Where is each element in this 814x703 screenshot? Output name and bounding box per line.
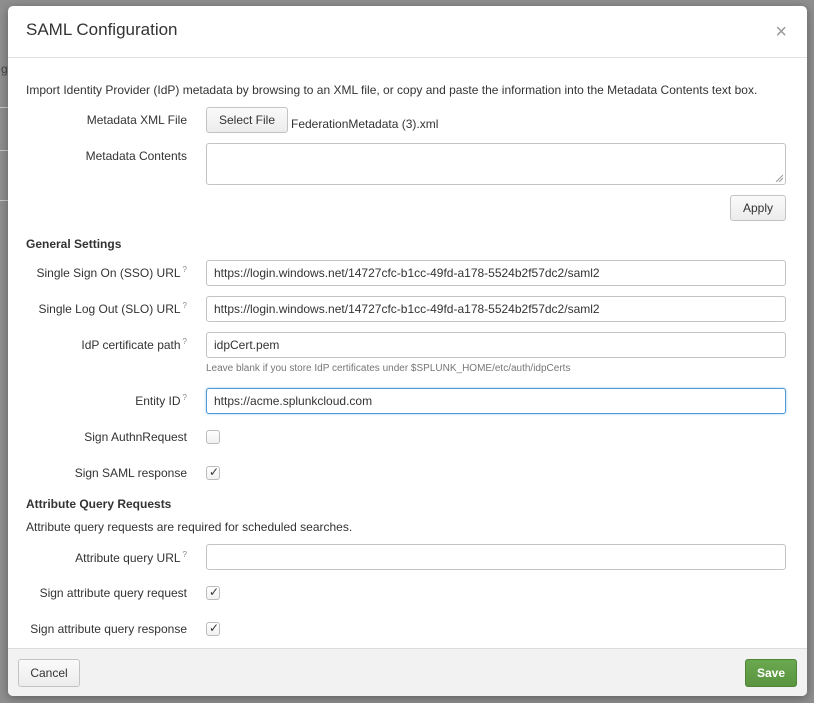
sign-saml-response-checkbox[interactable]: ✓	[206, 465, 220, 480]
metadata-xml-file-label: Metadata XML File	[86, 113, 187, 127]
sso-url-label: Single Sign On (SSO) URL?	[17, 265, 187, 280]
help-icon[interactable]: ?	[183, 337, 187, 346]
metadata-contents-label: Metadata Contents	[85, 149, 187, 163]
select-file-button[interactable]: Select File	[206, 107, 288, 133]
entity-id-input[interactable]	[206, 388, 786, 414]
sign-attribute-query-response-checkbox[interactable]: ✓	[206, 621, 220, 636]
sign-attribute-query-request-checkbox[interactable]: ✓	[206, 585, 220, 600]
attribute-query-url-label-text: Attribute query URL	[75, 551, 181, 565]
checkmark-icon: ✓	[209, 621, 220, 635]
idp-cert-path-input[interactable]	[206, 332, 786, 358]
sign-authn-request-label: Sign AuthnRequest	[84, 430, 187, 444]
entity-id-label: Entity ID?	[17, 393, 187, 408]
help-icon[interactable]: ?	[183, 301, 187, 310]
help-icon[interactable]: ?	[183, 393, 187, 402]
idp-cert-path-label: IdP certificate path?	[17, 337, 187, 352]
sign-attribute-query-response-label: Sign attribute query response	[30, 622, 187, 636]
general-settings-heading: General Settings	[26, 237, 122, 251]
attribute-query-url-input[interactable]	[206, 544, 786, 570]
background-divider	[0, 107, 8, 108]
modal-body: Import Identity Provider (IdP) metadata …	[8, 58, 807, 648]
sign-saml-response-label: Sign SAML response	[74, 466, 187, 480]
slo-url-label: Single Log Out (SLO) URL?	[17, 301, 187, 316]
help-icon[interactable]: ?	[183, 265, 187, 274]
selected-file-name: FederationMetadata (3).xml	[291, 117, 439, 131]
checkmark-icon: ✓	[209, 585, 220, 599]
sign-attribute-query-request-label: Sign attribute query request	[39, 586, 187, 600]
background-page-text: g	[1, 62, 8, 76]
modal-title: SAML Configuration	[26, 20, 178, 39]
modal-footer: Cancel Save	[8, 648, 807, 696]
background-divider	[0, 200, 8, 201]
attribute-query-description: Attribute query requests are required fo…	[26, 520, 353, 534]
apply-button[interactable]: Apply	[730, 195, 786, 221]
modal-header: SAML Configuration ×	[8, 6, 807, 58]
close-icon[interactable]: ×	[775, 22, 787, 42]
sso-url-input[interactable]	[206, 260, 786, 286]
sign-authn-request-checkbox[interactable]	[206, 430, 220, 444]
checkmark-icon: ✓	[209, 465, 220, 479]
background-divider	[0, 150, 8, 151]
sso-url-label-text: Single Sign On (SSO) URL	[36, 266, 181, 280]
saml-configuration-modal: SAML Configuration × Import Identity Pro…	[8, 6, 807, 696]
metadata-contents-textarea[interactable]	[206, 143, 786, 185]
intro-text: Import Identity Provider (IdP) metadata …	[26, 83, 758, 97]
resize-grip-icon[interactable]	[775, 174, 783, 182]
save-button[interactable]: Save	[745, 659, 797, 687]
slo-url-label-text: Single Log Out (SLO) URL	[38, 302, 181, 316]
cancel-button[interactable]: Cancel	[18, 659, 80, 687]
help-icon[interactable]: ?	[183, 550, 187, 559]
idp-cert-path-hint: Leave blank if you store IdP certificate…	[206, 363, 571, 374]
entity-id-label-text: Entity ID	[135, 394, 181, 408]
attribute-query-url-label: Attribute query URL?	[17, 550, 187, 565]
attribute-query-heading: Attribute Query Requests	[26, 497, 172, 511]
slo-url-input[interactable]	[206, 296, 786, 322]
idp-cert-path-label-text: IdP certificate path	[81, 338, 181, 352]
